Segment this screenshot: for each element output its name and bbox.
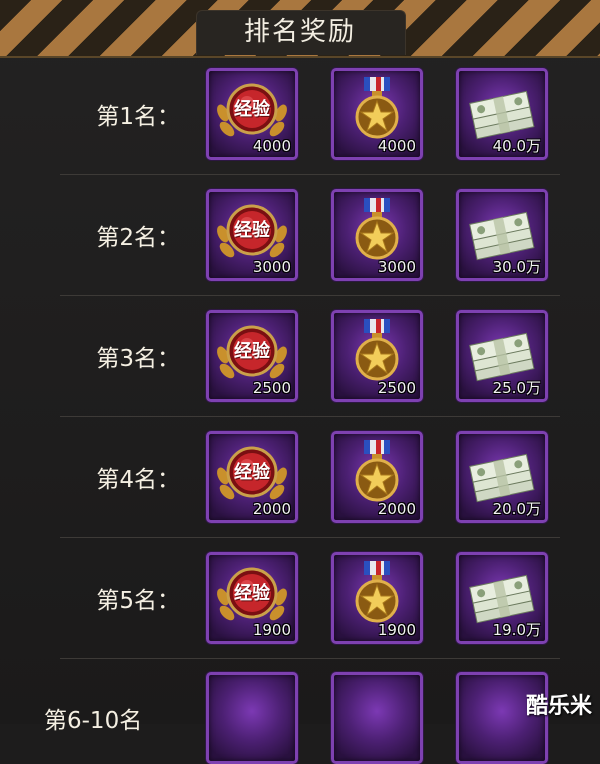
- money-amount: 30.0万: [492, 258, 541, 276]
- money-amount: 19.0万: [492, 621, 541, 639]
- medal-reward-slot[interactable]: [331, 672, 423, 764]
- row-divider: [60, 537, 560, 538]
- exp-reward-slot[interactable]: [206, 672, 298, 764]
- exp-amount: 2500: [252, 379, 291, 397]
- exp-reward-slot[interactable]: 经验 2500: [206, 310, 298, 402]
- medal-reward-slot[interactable]: 2000: [331, 431, 423, 523]
- money-reward-slot[interactable]: 20.0万: [456, 431, 548, 523]
- money-amount: 25.0万: [492, 379, 541, 397]
- exp-badge-label: 经验: [234, 341, 270, 362]
- row-divider: [60, 416, 560, 417]
- panel-title: 排名奖励: [243, 17, 356, 47]
- exp-reward-slot[interactable]: 经验 2000: [206, 431, 298, 523]
- rank-label: 第3名：: [96, 346, 180, 372]
- exp-badge-label: 经验: [234, 220, 270, 241]
- exp-badge-label: 经验: [234, 462, 270, 483]
- money-amount: 20.0万: [492, 500, 541, 518]
- medal-amount: 4000: [377, 137, 416, 155]
- money-reward-slot[interactable]: 30.0万: [456, 189, 548, 281]
- reward-row: 第5名： 经验 1900 1900 19.0万: [0, 548, 600, 668]
- medal-reward-slot[interactable]: 1900: [331, 552, 423, 644]
- money-reward-slot[interactable]: 19.0万: [456, 552, 548, 644]
- exp-amount: 3000: [252, 258, 291, 276]
- medal-amount: 1900: [377, 621, 416, 639]
- reward-row: 第4名： 经验 2000 2000 20.0万: [0, 427, 600, 547]
- exp-amount: 4000: [252, 137, 291, 155]
- rank-label: 第5名：: [96, 588, 180, 614]
- row-divider: [60, 295, 560, 296]
- money-amount: 40.0万: [492, 137, 541, 155]
- exp-badge-label: 经验: [234, 99, 270, 120]
- watermark: 酷乐米: [525, 694, 592, 719]
- row-divider: [60, 174, 560, 175]
- medal-amount: 3000: [377, 258, 416, 276]
- medal-amount: 2000: [377, 500, 416, 518]
- exp-badge-label: 经验: [234, 583, 270, 604]
- exp-amount: 1900: [252, 621, 291, 639]
- row-divider: [60, 658, 560, 659]
- rank-label-partial: 第6-10名: [44, 708, 143, 734]
- money-reward-slot[interactable]: 40.0万: [456, 68, 548, 160]
- medal-reward-slot[interactable]: 4000: [331, 68, 423, 160]
- rank-label: 第2名：: [96, 225, 180, 251]
- reward-row: 第3名： 经验 2500 2500 25.0万: [0, 306, 600, 426]
- exp-reward-slot[interactable]: 经验 4000: [206, 68, 298, 160]
- rank-label: 第1名：: [96, 104, 180, 130]
- rank-label: 第4名：: [96, 467, 180, 493]
- exp-amount: 2000: [252, 500, 291, 518]
- medal-reward-slot[interactable]: 3000: [331, 189, 423, 281]
- exp-reward-slot[interactable]: 经验 1900: [206, 552, 298, 644]
- medal-amount: 2500: [377, 379, 416, 397]
- exp-reward-slot[interactable]: 经验 3000: [206, 189, 298, 281]
- medal-reward-slot[interactable]: 2500: [331, 310, 423, 402]
- money-reward-slot[interactable]: 25.0万: [456, 310, 548, 402]
- reward-row: 第1名： 经验 4000 4000 40.0万: [0, 64, 600, 184]
- reward-row: 第2名： 经验 3000 3000 30.0万: [0, 185, 600, 305]
